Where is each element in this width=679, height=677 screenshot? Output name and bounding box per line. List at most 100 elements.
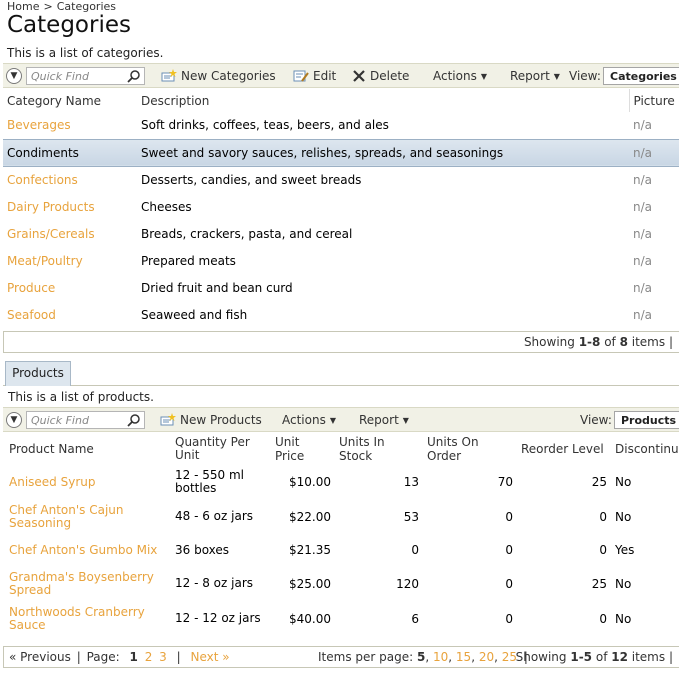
category-name-link[interactable]: Grains/Cereals	[3, 220, 137, 247]
category-name-link[interactable]: Produce	[3, 274, 137, 301]
product-on-order: 70	[497, 474, 513, 489]
categories-status-bar: Showing 1-8 of 8 items |	[3, 331, 679, 353]
column-header-category-name[interactable]: Category Name	[3, 89, 137, 112]
edit-label: Edit	[313, 69, 337, 83]
page-description: This is a list of categories.	[7, 46, 164, 60]
category-description: Desserts, candies, and sweet breads	[141, 172, 362, 187]
collapse-toolbar-button[interactable]: ▼	[6, 412, 22, 428]
column-header-quantity-per-unit[interactable]: Quantity Per Unit	[171, 434, 271, 464]
product-name-link[interactable]: Northwoods Cranberry Sauce	[5, 601, 171, 636]
actions-label: Actions	[282, 413, 326, 427]
new-categories-button[interactable]: New Categories	[161, 69, 276, 83]
product-stock: 6	[411, 611, 419, 626]
table-row[interactable]: Beverages Soft drinks, coffees, teas, be…	[3, 112, 679, 139]
edit-button[interactable]: Edit	[293, 69, 336, 83]
product-stock: 0	[411, 543, 419, 557]
category-name-link[interactable]: Meat/Poultry	[3, 247, 137, 274]
report-label: Report	[359, 413, 399, 427]
column-header-reorder-level[interactable]: Reorder Level	[517, 434, 611, 464]
category-picture: n/a	[633, 172, 653, 187]
table-row[interactable]: Aniseed Syrup 12 - 550 ml bottles $10.00…	[5, 464, 679, 499]
table-row[interactable]: Chef Anton's Cajun Seasoning 48 - 6 oz j…	[5, 499, 679, 534]
product-discontinued: No	[615, 509, 632, 524]
new-products-button[interactable]: New Products	[160, 413, 262, 427]
table-row[interactable]: Confections Desserts, candies, and sweet…	[3, 166, 679, 193]
table-row[interactable]: Northwoods Cranberry Sauce 12 - 12 oz ja…	[5, 601, 679, 636]
actions-menu[interactable]: Actions ▼	[282, 413, 336, 427]
page-link[interactable]: 3	[159, 650, 167, 664]
table-row[interactable]: Chef Anton's Gumbo Mix 36 boxes $21.35 0…	[5, 534, 679, 566]
new-products-label: New Products	[180, 413, 262, 427]
column-header-picture[interactable]: Picture	[628, 89, 679, 112]
category-picture: n/a	[633, 199, 653, 214]
product-name-link[interactable]: Grandma's Boysenberry Spread	[5, 566, 171, 601]
page-size-link[interactable]: 10	[433, 650, 448, 664]
actions-menu[interactable]: Actions ▼	[433, 69, 487, 83]
table-row[interactable]: Dairy Products Cheeses n/a	[3, 193, 679, 220]
products-toolbar: ▼ Quick Find New Products Actions ▼ Repor…	[3, 407, 679, 432]
categories-header-row: Category Name Description Picture	[3, 89, 679, 112]
table-row[interactable]: Grandma's Boysenberry Spread 12 - 8 oz j…	[5, 566, 679, 601]
items-per-page-label: Items per page:	[318, 650, 414, 664]
table-row[interactable]: Meat/Poultry Prepared meats n/a	[3, 247, 679, 274]
category-name-link[interactable]: Seafood	[3, 301, 137, 328]
categories-showing-text: Showing 1-8 of 8 items |	[523, 335, 673, 349]
table-row[interactable]: Produce Dried fruit and bean curd n/a	[3, 274, 679, 301]
column-header-product-name[interactable]: Product Name	[5, 434, 171, 464]
table-row[interactable]: Seafood Seaweed and fish n/a	[3, 301, 679, 328]
product-on-order: 0	[505, 543, 513, 557]
delete-button[interactable]: Delete	[352, 69, 409, 83]
product-quantity: 12 - 12 oz jars	[175, 611, 261, 625]
category-name-link[interactable]: Condiments	[3, 138, 137, 167]
product-stock: 53	[403, 509, 419, 524]
items-per-page: Items per page: 5, 10, 15, 20, 25 |	[318, 650, 528, 664]
view-selector[interactable]: Products	[614, 411, 679, 429]
child-tab-bar: Products	[3, 360, 679, 386]
categories-quick-find-input[interactable]: Quick Find	[26, 67, 145, 85]
page-link-current[interactable]: 1	[130, 650, 138, 664]
column-header-units-on-order[interactable]: Units On Order	[423, 434, 517, 464]
category-name-link[interactable]: Beverages	[3, 112, 137, 139]
product-discontinued: No	[615, 474, 632, 489]
next-link[interactable]: Next »	[191, 650, 230, 664]
report-menu[interactable]: Report ▼	[510, 69, 560, 83]
page-size-current[interactable]: 5	[417, 650, 425, 664]
column-header-discontinued[interactable]: Discontinued	[611, 434, 679, 464]
search-icon[interactable]	[127, 69, 141, 83]
column-header-units-in-stock[interactable]: Units In Stock	[335, 434, 423, 464]
product-discontinued: Yes	[615, 543, 635, 557]
page-size-link[interactable]: 20	[479, 650, 494, 664]
product-name-link[interactable]: Chef Anton's Cajun Seasoning	[5, 499, 171, 534]
products-quick-find-input[interactable]: Quick Find	[26, 411, 145, 429]
page-link[interactable]: 2	[145, 650, 153, 664]
product-name-link[interactable]: Chef Anton's Gumbo Mix	[5, 534, 171, 566]
page-size-link[interactable]: 15	[456, 650, 471, 664]
product-reorder: 0	[599, 509, 607, 524]
column-header-description[interactable]: Description	[137, 89, 629, 112]
edit-icon	[293, 70, 309, 82]
product-price: $25.00	[289, 576, 331, 591]
categories-grid: Category Name Description Picture Bevera…	[3, 89, 679, 328]
products-description: This is a list of products.	[8, 390, 154, 404]
product-price: $40.00	[289, 611, 331, 626]
view-label: View:	[569, 69, 601, 83]
table-row[interactable]: Grains/Cereals Breads, crackers, pasta, …	[3, 220, 679, 247]
category-name-link[interactable]: Dairy Products	[3, 193, 137, 220]
search-icon[interactable]	[127, 413, 141, 427]
tab-products[interactable]: Products	[5, 361, 71, 386]
product-on-order: 0	[505, 509, 513, 524]
product-name-link[interactable]: Aniseed Syrup	[5, 464, 171, 499]
category-description: Prepared meats	[141, 253, 236, 268]
report-label: Report	[510, 69, 550, 83]
table-row-selected[interactable]: Condiments Sweet and savory sauces, reli…	[3, 138, 679, 167]
category-description: Dried fruit and bean curd	[141, 280, 293, 295]
previous-link[interactable]: « Previous	[9, 650, 71, 664]
category-description: Seaweed and fish	[141, 307, 248, 322]
collapse-toolbar-button[interactable]: ▼	[6, 68, 22, 84]
report-menu[interactable]: Report ▼	[359, 413, 409, 427]
product-stock: 120	[396, 576, 419, 591]
categories-toolbar: ▼ Quick Find New Categories Edit Delete …	[3, 63, 679, 88]
column-header-unit-price[interactable]: Unit Price	[271, 434, 335, 464]
view-selector[interactable]: Categories	[603, 67, 679, 85]
category-name-link[interactable]: Confections	[3, 166, 137, 193]
